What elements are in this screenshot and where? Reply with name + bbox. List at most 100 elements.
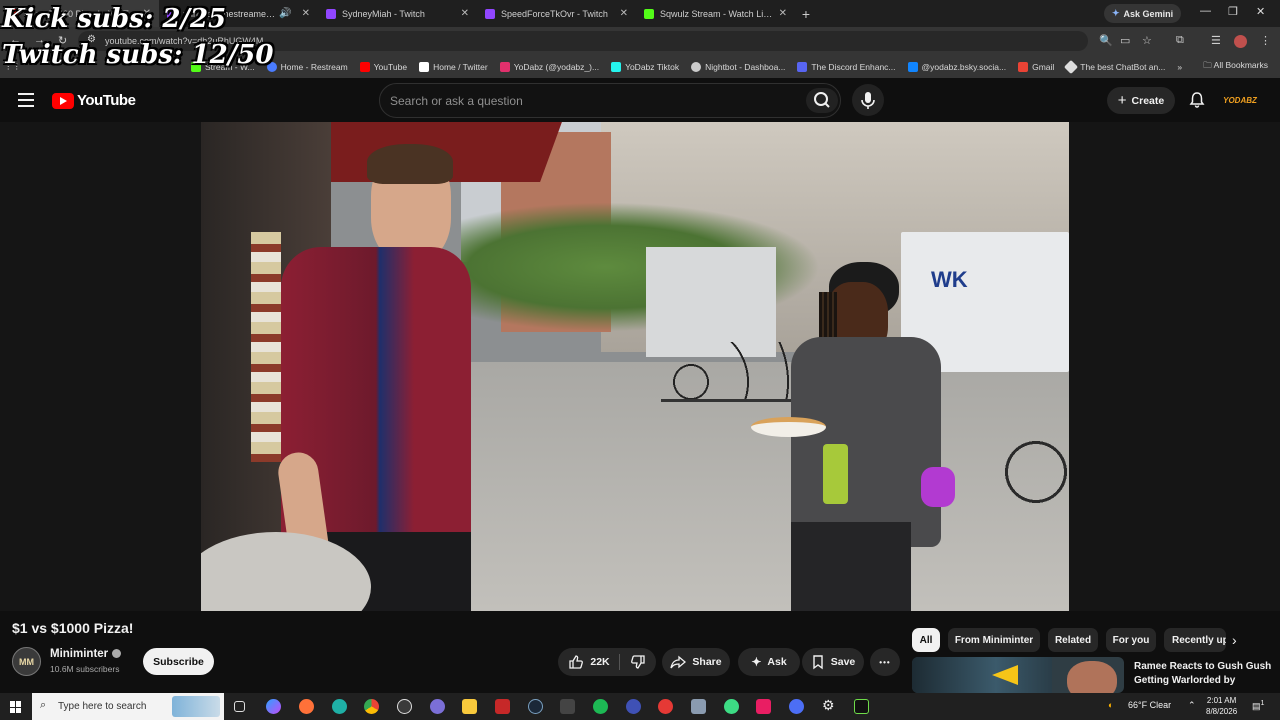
bookmark-label: Nightbot - Dashboa... [705, 61, 786, 72]
spotify-icon[interactable] [593, 699, 608, 714]
browser-tab-twitch-2[interactable]: SydneyMiah - Twitch ✕ [318, 0, 477, 27]
search-highlight-image [172, 696, 220, 717]
bookmark-item[interactable]: The Discord Enhanc... [797, 61, 896, 72]
dislike-button[interactable] [620, 648, 656, 676]
chips-next-icon[interactable]: › [1232, 632, 1237, 648]
speaker-icon[interactable]: 🔊 [279, 8, 291, 19]
profile-avatar-icon[interactable] [1234, 35, 1247, 48]
twitch-subs-overlay: Twitch subs: 12/50 [2, 40, 274, 70]
ask-button[interactable]: ✦ Ask [738, 648, 800, 676]
subscribe-button[interactable]: Subscribe [143, 648, 214, 675]
chip-recently-uploaded[interactable]: Recently uploaded [1164, 628, 1226, 652]
chip-for-you[interactable]: For you [1106, 628, 1156, 652]
bookmark-item[interactable]: Home / Twitter [419, 61, 488, 72]
app-icon-cyan[interactable] [789, 699, 804, 714]
task-view-icon[interactable] [234, 701, 245, 712]
channel-avatar[interactable]: MM [12, 647, 41, 676]
settings-gear-icon[interactable]: ⚙ [822, 697, 837, 713]
windows-start-icon[interactable] [10, 701, 22, 713]
account-avatar[interactable]: YODABZ [1223, 91, 1257, 109]
close-tab-icon[interactable]: ✕ [620, 8, 628, 19]
more-actions-button[interactable]: ••• [870, 648, 900, 676]
bookmark-item[interactable]: YoDabz Tiktok [611, 61, 679, 72]
edge-icon[interactable] [332, 699, 347, 714]
app-icon-blue[interactable] [626, 699, 641, 714]
app-icon-gray[interactable] [691, 699, 706, 714]
close-tab-icon[interactable]: ✕ [302, 8, 310, 19]
file-explorer-icon[interactable] [462, 699, 477, 714]
video-person-left-hair [367, 144, 453, 184]
copilot-icon[interactable] [266, 699, 281, 714]
video-frame[interactable]: WK [201, 122, 1069, 611]
app-icon-green[interactable] [724, 699, 739, 714]
all-bookmarks-button[interactable]: 🗀 All Bookmarks [1203, 60, 1268, 74]
thumb-scene [912, 657, 1052, 693]
sidepanel-icon[interactable]: ☰ [1211, 34, 1221, 47]
close-window-icon[interactable]: ✕ [1256, 5, 1265, 18]
bookmark-item[interactable]: Home - Restream [266, 61, 348, 72]
bookmark-item[interactable]: @yodabz.bsky.socia... [907, 61, 1007, 72]
bookmark-item[interactable]: Nightbot - Dashboa... [691, 61, 786, 72]
bookmark-item[interactable]: YouTube [359, 61, 407, 72]
app-icon-dark[interactable] [560, 699, 575, 714]
bluesky-icon [907, 61, 918, 72]
minimize-icon[interactable]: — [1200, 5, 1211, 17]
taskbar-search-box[interactable]: ⌕ Type here to search [32, 693, 224, 720]
chip-related[interactable]: Related [1048, 628, 1098, 652]
extensions-icon[interactable]: ⧉ [1176, 34, 1184, 47]
new-tab-button[interactable]: + [795, 6, 817, 22]
bookmark-label: The best ChatBot an... [1080, 61, 1166, 72]
hamburger-menu-icon[interactable] [18, 93, 34, 107]
firefox-icon[interactable] [299, 699, 314, 714]
search-button[interactable] [806, 88, 838, 113]
create-button[interactable]: + Create [1107, 87, 1175, 114]
browser-tab-kick[interactable]: Sqwulz Stream - Watch Live on ✕ [636, 0, 795, 27]
chip-all[interactable]: All [912, 628, 940, 652]
youtube-logo[interactable]: YouTube [52, 92, 136, 109]
bell-icon [1189, 92, 1205, 108]
screen: $1 vs $1000 Pizza! - YouTube ✕ princesss… [0, 0, 1280, 720]
notifications-button[interactable] [1188, 91, 1206, 114]
bookmark-label: Home - Restream [280, 61, 348, 72]
zoom-icon[interactable]: 🔍 [1099, 34, 1113, 47]
app-icon-lime[interactable] [854, 699, 869, 714]
notification-icon[interactable]: ▤1 [1252, 700, 1264, 712]
search-input[interactable] [390, 84, 790, 117]
app-icon-purple[interactable] [430, 699, 445, 714]
close-tab-icon[interactable]: ✕ [779, 8, 787, 19]
steam-icon[interactable] [528, 699, 543, 714]
cast-icon[interactable]: ▭ [1120, 34, 1130, 47]
bookmark-item[interactable]: Gmail [1018, 61, 1054, 72]
related-video-title[interactable]: Ramee Reacts to Gush Gush Getting Warlor… [1134, 660, 1274, 693]
bookmarks-overflow-button[interactable]: » [1177, 62, 1182, 72]
voice-search-button[interactable] [852, 84, 884, 116]
bookmark-star-icon[interactable]: ☆ [1142, 34, 1152, 47]
tiktok-app-icon[interactable] [756, 699, 771, 714]
bookmark-item[interactable]: YoDabz (@yodabz_)... [499, 61, 599, 72]
video-person-right-pants [791, 522, 911, 611]
browser-tab-twitch-3[interactable]: SpeedForceTkOvr - Twitch ✕ [477, 0, 636, 27]
chatbot-icon [1064, 59, 1079, 74]
channel-name-link[interactable]: Miniminter [50, 648, 122, 660]
bookmark-item[interactable]: The best ChatBot an... [1064, 59, 1166, 74]
obs-icon[interactable] [397, 699, 412, 714]
related-video-thumbnail[interactable] [912, 657, 1124, 693]
share-button[interactable]: Share [662, 648, 730, 676]
weather-text[interactable]: 66°F Clear [1128, 700, 1171, 710]
restore-icon[interactable]: ❐ [1228, 5, 1238, 18]
weather-icon[interactable]: ◐ [1108, 700, 1113, 710]
chip-from-channel[interactable]: From Miniminter [948, 628, 1040, 652]
app-icon-red2[interactable] [658, 699, 673, 714]
video-player[interactable]: WK [0, 122, 1280, 611]
browser-menu-icon[interactable]: ⋮ [1260, 34, 1271, 47]
tray-overflow-icon[interactable]: ⌃ [1188, 700, 1196, 711]
like-button[interactable]: 22K [558, 648, 620, 676]
tab-title: SydneyMiah - Twitch [342, 8, 425, 19]
close-tab-icon[interactable]: ✕ [461, 8, 469, 19]
save-button[interactable]: Save [802, 648, 864, 676]
chrome-icon[interactable] [364, 699, 379, 714]
app-icon-red[interactable] [495, 699, 510, 714]
ask-gemini-button[interactable]: ✦ Ask Gemini [1104, 4, 1182, 23]
bookmark-label: @yodabz.bsky.socia... [921, 61, 1007, 72]
taskbar-clock[interactable]: 2:01 AM 8/8/2026 [1206, 695, 1237, 717]
